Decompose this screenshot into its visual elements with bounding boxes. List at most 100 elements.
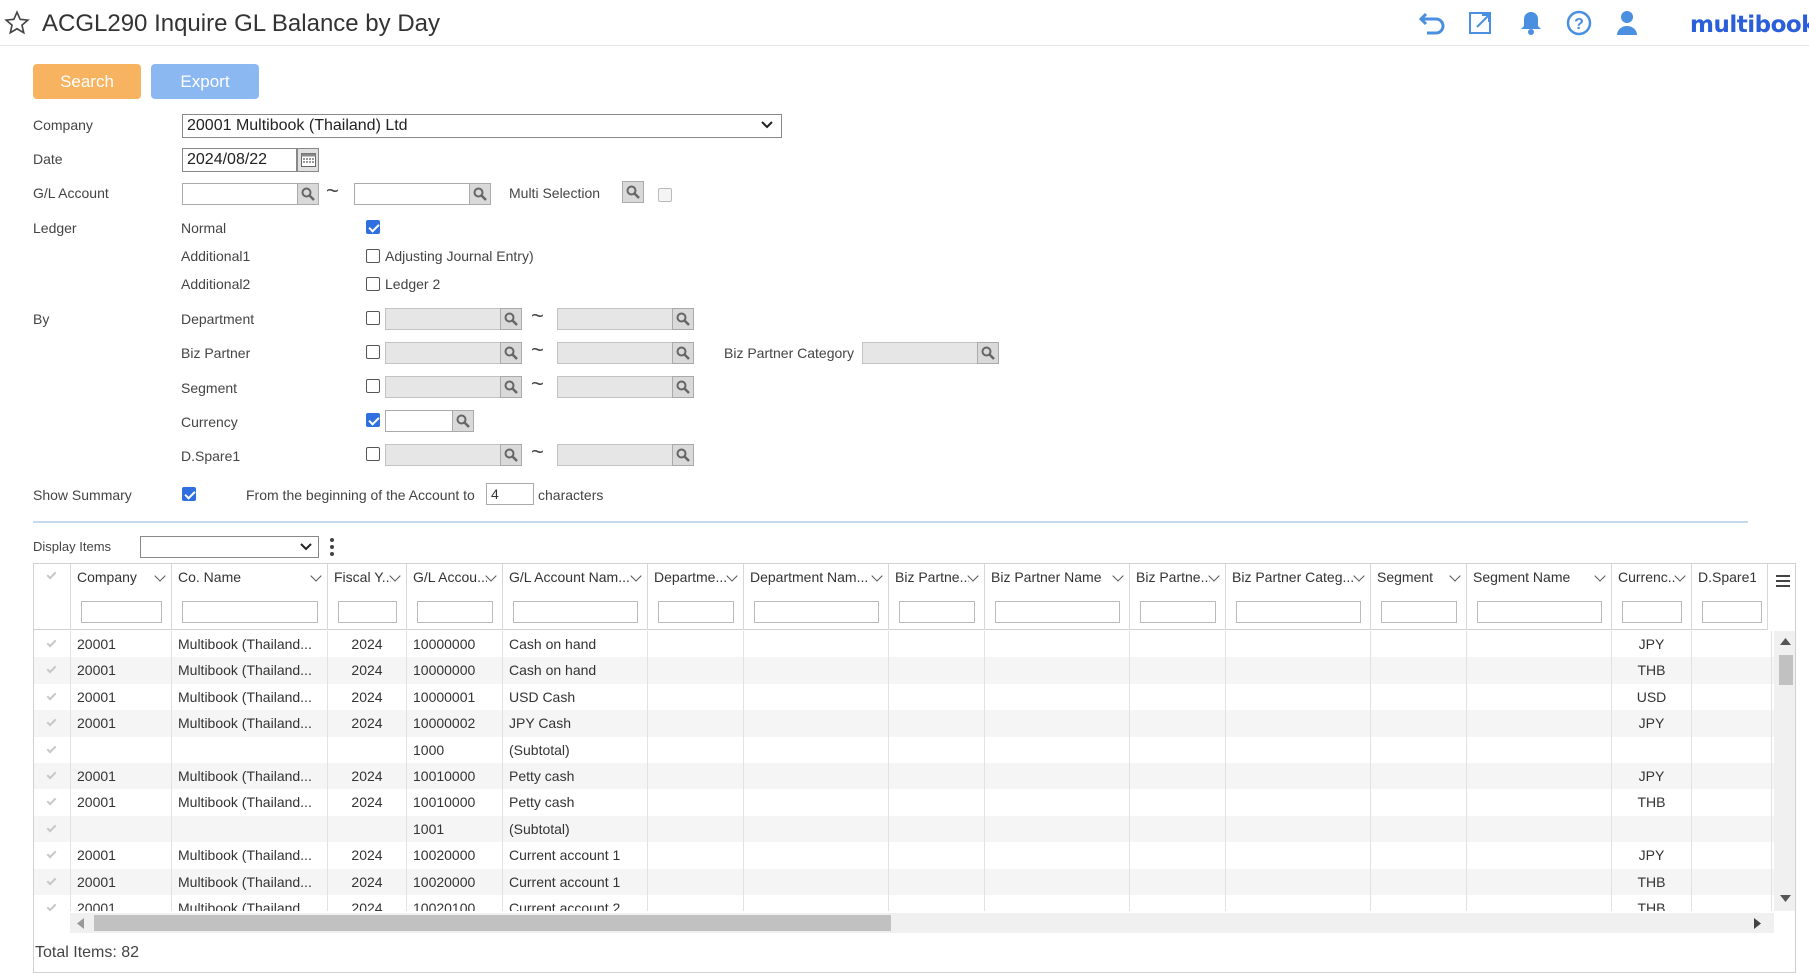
column-filter-input[interactable]	[417, 601, 493, 623]
sort-chevron-icon[interactable]	[1112, 570, 1124, 582]
column-header[interactable]: Departme...	[648, 564, 744, 630]
row-select-cell[interactable]	[34, 842, 71, 869]
column-filter-input[interactable]	[1381, 601, 1457, 623]
segment-from-search-button[interactable]	[500, 376, 522, 398]
vertical-scrollbar[interactable]	[1774, 631, 1795, 911]
biz-partner-to-input[interactable]	[557, 342, 673, 364]
department-checkbox[interactable]	[366, 311, 380, 325]
user-icon[interactable]	[1612, 8, 1642, 38]
sort-chevron-icon[interactable]	[871, 570, 883, 582]
table-row[interactable]: 20001 Multibook (Thailand... 2024 10000002 J…	[34, 710, 1774, 737]
sort-chevron-icon[interactable]	[485, 570, 497, 582]
column-header[interactable]: Fiscal Y...	[328, 564, 407, 630]
sort-chevron-icon[interactable]	[967, 570, 979, 582]
column-filter-input[interactable]	[81, 601, 162, 623]
help-icon[interactable]: ?	[1564, 8, 1594, 38]
horizontal-scroll-thumb[interactable]	[94, 915, 891, 931]
table-row[interactable]: 20001 Multibook (Thailand... 2024 10000000 C…	[34, 657, 1774, 684]
column-header[interactable]: G/L Accou...	[407, 564, 503, 630]
sort-chevron-icon[interactable]	[1208, 570, 1220, 582]
row-select-cell[interactable]	[34, 868, 71, 895]
column-filter-input[interactable]	[1477, 601, 1602, 623]
vertical-scroll-thumb[interactable]	[1779, 655, 1793, 685]
column-header[interactable]: Department Nam...	[744, 564, 889, 630]
show-summary-checkbox[interactable]	[182, 487, 196, 501]
biz-partner-from-input[interactable]	[385, 342, 501, 364]
sort-chevron-icon[interactable]	[1674, 570, 1686, 582]
multi-selection-search-button[interactable]	[622, 181, 644, 203]
characters-input[interactable]: 4	[486, 483, 534, 505]
biz-partner-checkbox[interactable]	[366, 345, 380, 359]
column-filter-input[interactable]	[182, 601, 318, 623]
more-options-icon[interactable]	[328, 536, 336, 558]
scroll-right-icon[interactable]	[1754, 918, 1762, 929]
search-button[interactable]: Search	[33, 64, 141, 99]
scroll-up-icon[interactable]	[1780, 637, 1791, 645]
biz-partner-from-search-button[interactable]	[500, 342, 522, 364]
favorite-star-icon[interactable]	[4, 10, 30, 36]
gl-account-to-search-button[interactable]	[469, 183, 491, 205]
dspare1-from-input[interactable]	[385, 444, 501, 466]
table-row[interactable]: 20001 Multibook (Thailand... 2024 10020000 C…	[34, 842, 1774, 869]
row-select-cell[interactable]	[34, 657, 71, 684]
column-header[interactable]: D.Spare1	[1692, 564, 1772, 630]
gl-account-to-input[interactable]	[354, 183, 470, 205]
row-select-cell[interactable]	[34, 710, 71, 737]
scroll-left-icon[interactable]	[76, 918, 84, 929]
sort-chevron-icon[interactable]	[630, 570, 642, 582]
biz-partner-category-search-button[interactable]	[977, 342, 999, 364]
display-items-select[interactable]	[140, 536, 319, 558]
dspare1-to-input[interactable]	[557, 444, 673, 466]
department-to-input[interactable]	[557, 308, 673, 330]
dspare1-to-search-button[interactable]	[672, 444, 694, 466]
column-filter-input[interactable]	[1622, 601, 1682, 623]
row-select-cell[interactable]	[34, 736, 71, 763]
biz-partner-category-input[interactable]	[862, 342, 978, 364]
export-button[interactable]: Export	[151, 64, 259, 99]
sort-chevron-icon[interactable]	[1353, 570, 1365, 582]
table-row[interactable]: 20001 Multibook (Thailand... 2024 10000001 U…	[34, 683, 1774, 711]
sort-chevron-icon[interactable]	[726, 570, 738, 582]
adjusting-checkbox[interactable]	[366, 249, 380, 263]
column-filter-input[interactable]	[1702, 601, 1762, 623]
column-header[interactable]: Biz Partne...	[1130, 564, 1226, 630]
column-header[interactable]: G/L Account Nam...	[503, 564, 648, 630]
company-select[interactable]: 20001 Multibook (Thailand) Ltd	[182, 114, 782, 138]
column-filter-input[interactable]	[658, 601, 734, 623]
table-row[interactable]: 20001 Multibook (Thailand... 2024 10020100 C…	[34, 895, 1774, 911]
row-select-cell[interactable]	[34, 763, 71, 790]
department-from-search-button[interactable]	[500, 308, 522, 330]
table-row[interactable]: 20001 Multibook (Thailand... 2024 10010000 P…	[34, 763, 1774, 790]
column-header[interactable]: Biz Partner Categ...	[1226, 564, 1371, 630]
external-link-icon[interactable]	[1466, 8, 1496, 38]
biz-partner-to-search-button[interactable]	[672, 342, 694, 364]
sort-chevron-icon[interactable]	[1594, 570, 1606, 582]
dspare1-from-search-button[interactable]	[500, 444, 522, 466]
sort-chevron-icon[interactable]	[310, 570, 322, 582]
row-select-cell[interactable]	[34, 895, 71, 911]
date-input[interactable]: 2024/08/22	[182, 148, 297, 172]
select-all-header[interactable]	[34, 564, 71, 630]
column-header[interactable]: Company	[71, 564, 172, 630]
ledger-normal-checkbox[interactable]	[366, 220, 380, 234]
sort-chevron-icon[interactable]	[1449, 570, 1461, 582]
column-filter-input[interactable]	[513, 601, 638, 623]
scroll-down-icon[interactable]	[1780, 895, 1791, 903]
column-header[interactable]: Biz Partne...	[889, 564, 985, 630]
bell-icon[interactable]	[1516, 8, 1546, 38]
table-row[interactable]: 20001 Multibook (Thailand... 2024 10010000 P…	[34, 789, 1774, 816]
gl-account-from-search-button[interactable]	[297, 183, 319, 205]
sort-chevron-icon[interactable]	[389, 570, 401, 582]
column-filter-input[interactable]	[899, 601, 975, 623]
gl-account-from-input[interactable]	[182, 183, 298, 205]
row-select-cell[interactable]	[34, 683, 71, 711]
currency-checkbox[interactable]	[366, 413, 380, 427]
segment-to-input[interactable]	[557, 376, 673, 398]
sort-chevron-icon[interactable]	[154, 570, 166, 582]
segment-from-input[interactable]	[385, 376, 501, 398]
undo-icon[interactable]	[1418, 8, 1448, 38]
column-filter-input[interactable]	[754, 601, 879, 623]
table-row[interactable]: 20001 Multibook (Thailand... 2024 10020000 C…	[34, 868, 1774, 895]
currency-input[interactable]	[385, 410, 453, 432]
column-filter-input[interactable]	[338, 601, 397, 623]
